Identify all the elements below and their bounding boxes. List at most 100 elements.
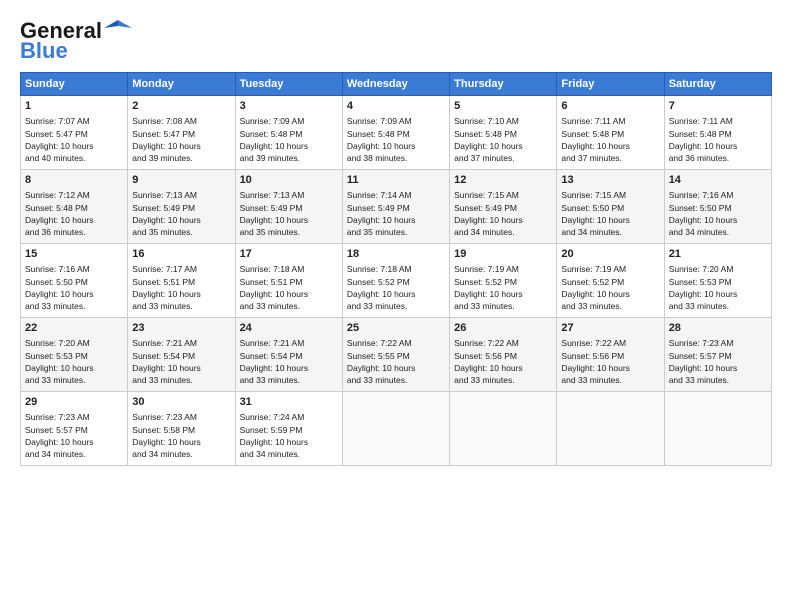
calendar-week-3: 22Sunrise: 7:20 AM Sunset: 5:53 PM Dayli… <box>21 318 772 392</box>
day-number: 2 <box>132 99 230 114</box>
calendar-cell: 31Sunrise: 7:24 AM Sunset: 5:59 PM Dayli… <box>235 392 342 466</box>
col-header-tuesday: Tuesday <box>235 73 342 96</box>
day-number: 25 <box>347 321 445 336</box>
col-header-thursday: Thursday <box>450 73 557 96</box>
calendar-cell: 9Sunrise: 7:13 AM Sunset: 5:49 PM Daylig… <box>128 170 235 244</box>
day-number: 28 <box>669 321 767 336</box>
calendar-week-2: 15Sunrise: 7:16 AM Sunset: 5:50 PM Dayli… <box>21 244 772 318</box>
day-number: 17 <box>240 247 338 262</box>
day-number: 18 <box>347 247 445 262</box>
calendar-cell: 1Sunrise: 7:07 AM Sunset: 5:47 PM Daylig… <box>21 96 128 170</box>
calendar-cell: 29Sunrise: 7:23 AM Sunset: 5:57 PM Dayli… <box>21 392 128 466</box>
calendar-cell: 15Sunrise: 7:16 AM Sunset: 5:50 PM Dayli… <box>21 244 128 318</box>
calendar-cell: 18Sunrise: 7:18 AM Sunset: 5:52 PM Dayli… <box>342 244 449 318</box>
day-number: 3 <box>240 99 338 114</box>
calendar-cell: 8Sunrise: 7:12 AM Sunset: 5:48 PM Daylig… <box>21 170 128 244</box>
day-info: Sunrise: 7:14 AM Sunset: 5:49 PM Dayligh… <box>347 189 445 238</box>
calendar-cell: 23Sunrise: 7:21 AM Sunset: 5:54 PM Dayli… <box>128 318 235 392</box>
day-number: 30 <box>132 395 230 410</box>
day-number: 15 <box>25 247 123 262</box>
day-info: Sunrise: 7:19 AM Sunset: 5:52 PM Dayligh… <box>561 263 659 312</box>
day-info: Sunrise: 7:22 AM Sunset: 5:56 PM Dayligh… <box>561 337 659 386</box>
calendar-cell: 26Sunrise: 7:22 AM Sunset: 5:56 PM Dayli… <box>450 318 557 392</box>
day-info: Sunrise: 7:22 AM Sunset: 5:56 PM Dayligh… <box>454 337 552 386</box>
calendar-cell: 11Sunrise: 7:14 AM Sunset: 5:49 PM Dayli… <box>342 170 449 244</box>
day-info: Sunrise: 7:15 AM Sunset: 5:50 PM Dayligh… <box>561 189 659 238</box>
day-info: Sunrise: 7:07 AM Sunset: 5:47 PM Dayligh… <box>25 115 123 164</box>
day-info: Sunrise: 7:18 AM Sunset: 5:51 PM Dayligh… <box>240 263 338 312</box>
calendar-cell: 6Sunrise: 7:11 AM Sunset: 5:48 PM Daylig… <box>557 96 664 170</box>
day-info: Sunrise: 7:11 AM Sunset: 5:48 PM Dayligh… <box>669 115 767 164</box>
calendar-cell: 2Sunrise: 7:08 AM Sunset: 5:47 PM Daylig… <box>128 96 235 170</box>
day-number: 16 <box>132 247 230 262</box>
day-info: Sunrise: 7:18 AM Sunset: 5:52 PM Dayligh… <box>347 263 445 312</box>
day-info: Sunrise: 7:10 AM Sunset: 5:48 PM Dayligh… <box>454 115 552 164</box>
day-number: 19 <box>454 247 552 262</box>
day-number: 20 <box>561 247 659 262</box>
day-info: Sunrise: 7:09 AM Sunset: 5:48 PM Dayligh… <box>347 115 445 164</box>
day-number: 14 <box>669 173 767 188</box>
calendar-cell: 3Sunrise: 7:09 AM Sunset: 5:48 PM Daylig… <box>235 96 342 170</box>
calendar-week-4: 29Sunrise: 7:23 AM Sunset: 5:57 PM Dayli… <box>21 392 772 466</box>
calendar-week-1: 8Sunrise: 7:12 AM Sunset: 5:48 PM Daylig… <box>21 170 772 244</box>
col-header-sunday: Sunday <box>21 73 128 96</box>
day-info: Sunrise: 7:17 AM Sunset: 5:51 PM Dayligh… <box>132 263 230 312</box>
day-info: Sunrise: 7:20 AM Sunset: 5:53 PM Dayligh… <box>669 263 767 312</box>
day-number: 22 <box>25 321 123 336</box>
day-number: 5 <box>454 99 552 114</box>
calendar-cell: 5Sunrise: 7:10 AM Sunset: 5:48 PM Daylig… <box>450 96 557 170</box>
calendar-header-row: SundayMondayTuesdayWednesdayThursdayFrid… <box>21 73 772 96</box>
day-info: Sunrise: 7:12 AM Sunset: 5:48 PM Dayligh… <box>25 189 123 238</box>
calendar-cell: 21Sunrise: 7:20 AM Sunset: 5:53 PM Dayli… <box>664 244 771 318</box>
day-number: 1 <box>25 99 123 114</box>
calendar-cell: 20Sunrise: 7:19 AM Sunset: 5:52 PM Dayli… <box>557 244 664 318</box>
calendar-cell <box>450 392 557 466</box>
day-number: 11 <box>347 173 445 188</box>
day-info: Sunrise: 7:20 AM Sunset: 5:53 PM Dayligh… <box>25 337 123 386</box>
logo-bird-icon <box>104 18 132 40</box>
day-number: 7 <box>669 99 767 114</box>
day-number: 4 <box>347 99 445 114</box>
day-number: 8 <box>25 173 123 188</box>
calendar-cell: 10Sunrise: 7:13 AM Sunset: 5:49 PM Dayli… <box>235 170 342 244</box>
calendar-cell: 16Sunrise: 7:17 AM Sunset: 5:51 PM Dayli… <box>128 244 235 318</box>
calendar-cell: 14Sunrise: 7:16 AM Sunset: 5:50 PM Dayli… <box>664 170 771 244</box>
calendar-cell <box>342 392 449 466</box>
day-number: 13 <box>561 173 659 188</box>
day-info: Sunrise: 7:08 AM Sunset: 5:47 PM Dayligh… <box>132 115 230 164</box>
col-header-wednesday: Wednesday <box>342 73 449 96</box>
day-number: 27 <box>561 321 659 336</box>
day-info: Sunrise: 7:23 AM Sunset: 5:58 PM Dayligh… <box>132 411 230 460</box>
calendar-cell: 27Sunrise: 7:22 AM Sunset: 5:56 PM Dayli… <box>557 318 664 392</box>
day-number: 12 <box>454 173 552 188</box>
calendar-cell: 28Sunrise: 7:23 AM Sunset: 5:57 PM Dayli… <box>664 318 771 392</box>
day-info: Sunrise: 7:23 AM Sunset: 5:57 PM Dayligh… <box>25 411 123 460</box>
day-info: Sunrise: 7:16 AM Sunset: 5:50 PM Dayligh… <box>669 189 767 238</box>
day-info: Sunrise: 7:23 AM Sunset: 5:57 PM Dayligh… <box>669 337 767 386</box>
day-info: Sunrise: 7:22 AM Sunset: 5:55 PM Dayligh… <box>347 337 445 386</box>
day-number: 10 <box>240 173 338 188</box>
day-info: Sunrise: 7:21 AM Sunset: 5:54 PM Dayligh… <box>240 337 338 386</box>
calendar-body: 1Sunrise: 7:07 AM Sunset: 5:47 PM Daylig… <box>21 96 772 466</box>
day-number: 6 <box>561 99 659 114</box>
day-info: Sunrise: 7:11 AM Sunset: 5:48 PM Dayligh… <box>561 115 659 164</box>
calendar-cell: 25Sunrise: 7:22 AM Sunset: 5:55 PM Dayli… <box>342 318 449 392</box>
day-info: Sunrise: 7:21 AM Sunset: 5:54 PM Dayligh… <box>132 337 230 386</box>
col-header-friday: Friday <box>557 73 664 96</box>
day-number: 31 <box>240 395 338 410</box>
col-header-saturday: Saturday <box>664 73 771 96</box>
page-header: General Blue <box>20 18 772 64</box>
col-header-monday: Monday <box>128 73 235 96</box>
calendar-cell <box>557 392 664 466</box>
day-info: Sunrise: 7:13 AM Sunset: 5:49 PM Dayligh… <box>240 189 338 238</box>
day-number: 29 <box>25 395 123 410</box>
day-info: Sunrise: 7:15 AM Sunset: 5:49 PM Dayligh… <box>454 189 552 238</box>
calendar-cell: 19Sunrise: 7:19 AM Sunset: 5:52 PM Dayli… <box>450 244 557 318</box>
calendar-cell: 30Sunrise: 7:23 AM Sunset: 5:58 PM Dayli… <box>128 392 235 466</box>
day-number: 23 <box>132 321 230 336</box>
day-info: Sunrise: 7:13 AM Sunset: 5:49 PM Dayligh… <box>132 189 230 238</box>
calendar-week-0: 1Sunrise: 7:07 AM Sunset: 5:47 PM Daylig… <box>21 96 772 170</box>
day-info: Sunrise: 7:24 AM Sunset: 5:59 PM Dayligh… <box>240 411 338 460</box>
calendar-cell: 13Sunrise: 7:15 AM Sunset: 5:50 PM Dayli… <box>557 170 664 244</box>
day-number: 21 <box>669 247 767 262</box>
